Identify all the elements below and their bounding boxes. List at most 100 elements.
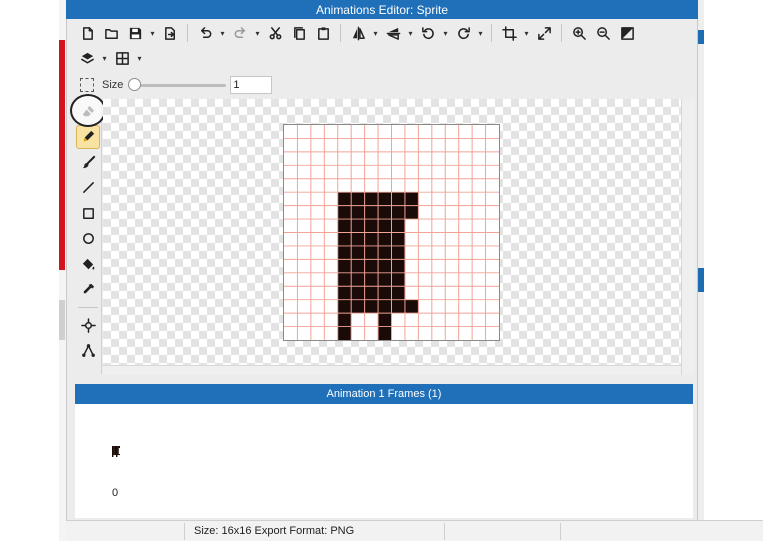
thumbnail-pixel bbox=[113, 448, 115, 450]
dropdown-caret-icon[interactable]: ▾ bbox=[100, 47, 109, 69]
export-button[interactable] bbox=[159, 22, 181, 44]
new-button[interactable] bbox=[76, 22, 98, 44]
open-folder-button[interactable] bbox=[100, 22, 122, 44]
zoom-out-button[interactable] bbox=[592, 22, 614, 44]
redo-button[interactable] bbox=[229, 22, 251, 44]
dropdown-caret-icon[interactable]: ▾ bbox=[218, 22, 227, 44]
sprite-pixel bbox=[364, 205, 379, 220]
dropdown-caret-icon[interactable]: ▾ bbox=[522, 22, 531, 44]
cursor-highlight bbox=[70, 94, 106, 127]
rotate-left-button[interactable] bbox=[417, 22, 439, 44]
thumbnail-pixel bbox=[113, 446, 115, 448]
size-slider[interactable] bbox=[128, 78, 227, 92]
paste-button[interactable] bbox=[312, 22, 334, 44]
dropdown-caret-icon[interactable]: ▾ bbox=[253, 22, 262, 44]
tool-rectangle[interactable] bbox=[76, 201, 100, 225]
open-folder-icon bbox=[104, 28, 118, 39]
thumbnail-pixel bbox=[118, 454, 120, 456]
dropdown-caret-icon[interactable]: ▾ bbox=[441, 22, 450, 44]
rotate-right-button[interactable] bbox=[452, 22, 474, 44]
frame-thumbnail[interactable] bbox=[112, 446, 120, 457]
resize-icon bbox=[537, 26, 551, 40]
main-toolbar: ▾ ▾ ▾ ▾ ▾ ▾ ▾ ▾ bbox=[76, 20, 638, 46]
thumbnail-pixel bbox=[117, 452, 119, 454]
zoom-in-button[interactable] bbox=[568, 22, 590, 44]
zoom-out-icon bbox=[596, 26, 610, 40]
sprite-pixel bbox=[404, 299, 419, 314]
toolbar-separator bbox=[491, 24, 492, 42]
rotate-left-icon bbox=[421, 26, 434, 39]
thumbnail-pixel bbox=[117, 447, 119, 449]
frame-label: 0 bbox=[112, 487, 119, 499]
sprite-pixel bbox=[351, 299, 365, 314]
thumbnail-pixel bbox=[112, 455, 114, 457]
contrast-icon bbox=[620, 26, 634, 40]
flip-vertical-icon bbox=[386, 27, 400, 40]
thumbnail-pixel bbox=[116, 449, 118, 451]
size-input[interactable]: 1 bbox=[230, 76, 273, 94]
thumbnail-pixel bbox=[117, 450, 119, 452]
thumbnail-pixel bbox=[118, 446, 120, 448]
cut-button[interactable] bbox=[264, 22, 286, 44]
tool-path-nodes[interactable] bbox=[76, 339, 100, 363]
dropdown-caret-icon[interactable]: ▾ bbox=[406, 22, 415, 44]
sprite-pixel bbox=[391, 205, 406, 220]
crop-button[interactable] bbox=[498, 22, 520, 44]
sprite-pixel bbox=[391, 232, 406, 247]
thumbnail-pixel bbox=[116, 447, 118, 449]
sprite-canvas[interactable] bbox=[283, 124, 500, 341]
sprite-pixel bbox=[351, 245, 365, 260]
sprite-pixel bbox=[337, 272, 352, 287]
eyedropper-icon bbox=[83, 283, 94, 294]
frames-panel bbox=[75, 404, 693, 518]
thumbnail-pixel bbox=[112, 453, 114, 455]
copy-button[interactable] bbox=[288, 22, 310, 44]
thumbnail-pixel bbox=[113, 447, 115, 449]
grid-button[interactable] bbox=[111, 47, 133, 69]
window-title: Animations Editor: Sprite bbox=[315, 2, 449, 17]
resize-button[interactable] bbox=[533, 22, 555, 44]
toolbar-separator bbox=[340, 24, 341, 42]
layers-button[interactable] bbox=[76, 47, 98, 69]
sprite-pixel bbox=[351, 259, 365, 274]
tool-line[interactable] bbox=[76, 176, 100, 200]
sprite-pixel bbox=[378, 272, 392, 287]
frames-panel-title: Animation 1 Frames (1) bbox=[326, 388, 442, 400]
dropdown-caret-icon[interactable]: ▾ bbox=[476, 22, 485, 44]
tool-fill-bucket[interactable] bbox=[76, 252, 100, 276]
dropdown-caret-icon[interactable]: ▾ bbox=[371, 22, 380, 44]
sprite-pixel bbox=[391, 192, 406, 206]
screen: Animations Editor: Sprite ▾ ▾ ▾ ▾ ▾ ▾ ▾ ▾ ▾ ▾ Si… bbox=[0, 0, 763, 541]
sprite-pixel bbox=[337, 299, 352, 314]
selection-icon[interactable] bbox=[80, 78, 94, 92]
tool-move-point[interactable] bbox=[76, 313, 100, 337]
sprite-pixel bbox=[378, 219, 392, 233]
thumbnail-pixel bbox=[113, 452, 115, 454]
thumbnail-pixel bbox=[114, 446, 117, 448]
contrast-button[interactable] bbox=[616, 22, 638, 44]
tool-pencil[interactable] bbox=[76, 124, 100, 149]
sprite-pixel bbox=[378, 245, 392, 260]
sprite-pixel bbox=[364, 219, 379, 233]
thumbnail-pixel bbox=[114, 447, 117, 449]
window-titlebar[interactable]: Animations Editor: Sprite bbox=[66, 0, 698, 19]
thumbnail-pixel bbox=[114, 454, 117, 456]
sprite-pixel bbox=[337, 192, 352, 206]
vertical-scrollbar[interactable] bbox=[681, 99, 695, 375]
dropdown-caret-icon[interactable]: ▾ bbox=[148, 22, 157, 44]
tool-brush[interactable] bbox=[76, 150, 100, 174]
flip-vertical-button[interactable] bbox=[382, 22, 404, 44]
sprite-pixel bbox=[351, 192, 365, 206]
save-button[interactable] bbox=[124, 22, 146, 44]
sprite-pixel bbox=[364, 286, 379, 300]
size-slider-thumb[interactable] bbox=[128, 78, 142, 91]
sprite-pixel bbox=[364, 245, 379, 260]
flip-horizontal-button[interactable] bbox=[347, 22, 369, 44]
export-icon bbox=[164, 26, 175, 40]
undo-button[interactable] bbox=[194, 22, 216, 44]
tool-eyedropper[interactable] bbox=[76, 278, 100, 302]
tool-ellipse[interactable] bbox=[76, 227, 100, 251]
thumbnail-pixel bbox=[117, 448, 119, 450]
horizontal-scrollbar[interactable] bbox=[103, 365, 681, 375]
dropdown-caret-icon[interactable]: ▾ bbox=[135, 47, 144, 69]
